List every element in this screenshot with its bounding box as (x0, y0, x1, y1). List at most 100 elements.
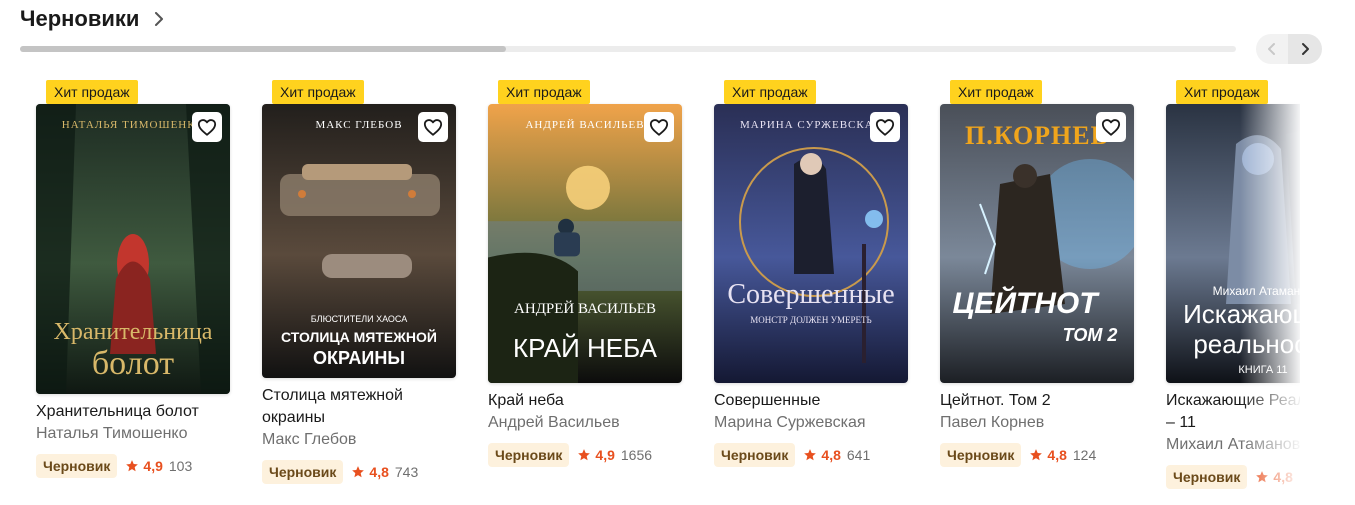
svg-text:Хранительница: Хранительница (54, 319, 213, 345)
status-badge: Черновик (940, 443, 1022, 467)
book-cover[interactable]: МАРИНА СУРЖЕВСКАЯ Совершенные МОНСТР ДОЛЖЕ… (714, 104, 908, 383)
book-title[interactable]: Совершенные (714, 390, 914, 412)
heart-icon (875, 118, 895, 136)
svg-text:КНИГА 11: КНИГА 11 (1238, 364, 1287, 376)
book-title[interactable]: Искажающие Реальность – 11 (1166, 390, 1300, 434)
book-meta: Черновик 4,8 743 (262, 460, 462, 484)
favorite-button[interactable] (644, 112, 674, 142)
star-icon (352, 466, 365, 478)
heart-icon (423, 118, 443, 136)
status-badge: Черновик (36, 454, 118, 478)
section-title[interactable]: Черновики (20, 6, 139, 32)
status-badge: Черновик (488, 443, 570, 467)
svg-text:Совершенные: Совершенные (727, 279, 894, 310)
status-badge: Черновик (262, 460, 344, 484)
heart-icon (197, 118, 217, 136)
book-cover[interactable]: Михаил АтамановИскажающиереальность КНИГА… (1166, 104, 1300, 383)
section-header[interactable]: Черновики (20, 6, 167, 32)
svg-text:СТОЛИЦА МЯТЕЖНОЙ: СТОЛИЦА МЯТЕЖНОЙ (281, 328, 437, 345)
svg-text:реальность: реальность (1193, 329, 1300, 359)
book-author[interactable]: Марина Суржевская (714, 412, 914, 434)
star-icon (1256, 471, 1269, 483)
book-card[interactable]: Хит продажМихаил АтамановИскажающиереаль… (1166, 80, 1300, 505)
svg-text:КРАЙ НЕБА: КРАЙ НЕБА (513, 333, 658, 363)
svg-text:П.КОРНЕВ: П.КОРНЕВ (965, 121, 1109, 150)
star-icon (1030, 449, 1043, 461)
svg-text:МАКС ГЛЕБОВ: МАКС ГЛЕБОВ (315, 119, 402, 131)
status-badge: Черновик (714, 443, 796, 467)
bestseller-badge: Хит продаж (46, 80, 138, 104)
rating-value: 4,8 (1273, 469, 1293, 485)
chevron-right-icon[interactable] (151, 11, 167, 27)
star-icon (804, 449, 817, 461)
book-author[interactable]: Макс Глебов (262, 429, 462, 451)
rating-value: 4,8 (821, 447, 841, 463)
book-carousel: Хит продаж НАТАЛЬЯ ТИМОШЕНКО Хранительница… (0, 80, 1300, 505)
svg-text:болот: болот (92, 345, 174, 382)
svg-text:МОНСТР ДОЛЖЕН УМЕРЕТЬ: МОНСТР ДОЛЖЕН УМЕРЕТЬ (750, 315, 871, 325)
svg-text:Искажающие: Искажающие (1183, 299, 1300, 329)
book-card[interactable]: Хит продаж АНДРЕЙ ВАСИЛЬЕВ КРАЙ НЕБА АНДРЕЙ… (488, 80, 688, 505)
favorite-button[interactable] (1096, 112, 1126, 142)
carousel-scrollbar[interactable] (20, 46, 1236, 52)
svg-text:АНДРЕЙ ВАСИЛЬЕВ: АНДРЕЙ ВАСИЛЬЕВ (525, 119, 644, 131)
svg-text:БЛЮСТИТЕЛИ ХАОСА: БЛЮСТИТЕЛИ ХАОСА (311, 314, 407, 324)
book-author[interactable]: Наталья Тимошенко (36, 423, 236, 445)
book-meta: Черновик 4,8 124 (940, 443, 1140, 467)
book-meta: Черновик 4,9 1656 (488, 443, 688, 467)
book-author[interactable]: Павел Корнев (940, 412, 1140, 434)
bestseller-badge: Хит продаж (724, 80, 816, 104)
svg-text:ЦЕЙТНОТ: ЦЕЙТНОТ (952, 285, 1100, 320)
book-author[interactable]: Михаил Атаманов (1166, 434, 1300, 456)
book-card[interactable]: Хит продаж МАРИНА СУРЖЕВСКАЯ Совершенные МО… (714, 80, 914, 505)
votes-count: 103 (168, 458, 193, 474)
star-icon (578, 449, 591, 461)
bestseller-badge: Хит продаж (498, 80, 590, 104)
carousel-nav (1256, 34, 1322, 64)
book-card[interactable]: Хит продаж П.КОРНЕВ ЦЕЙТНОТ ТОМ 2 Цейтнот. Т… (940, 80, 1140, 505)
carousel-next-button[interactable] (1288, 34, 1322, 64)
favorite-button[interactable] (870, 112, 900, 142)
scrollbar-thumb[interactable] (20, 46, 507, 52)
status-badge: Черновик (1166, 465, 1248, 489)
book-title[interactable]: Хранительница болот (36, 401, 236, 423)
book-card[interactable]: Хит продаж МАКС ГЛЕБОВ БЛЮСТИТЕЛИ ХАОСА СТО… (262, 80, 462, 505)
book-title[interactable]: Цейтнот. Том 2 (940, 390, 1140, 412)
star-icon (126, 460, 139, 472)
book-author[interactable]: Андрей Васильев (488, 412, 688, 434)
votes-count: 641 (846, 447, 871, 463)
book-cover[interactable]: П.КОРНЕВ ЦЕЙТНОТ ТОМ 2 (940, 104, 1134, 383)
svg-text:ТОМ 2: ТОМ 2 (1063, 325, 1118, 345)
svg-text:НАТАЛЬЯ ТИМОШЕНКО: НАТАЛЬЯ ТИМОШЕНКО (62, 119, 204, 131)
svg-text:МАРИНА СУРЖЕВСКАЯ: МАРИНА СУРЖЕВСКАЯ (740, 119, 882, 131)
book-cover[interactable]: НАТАЛЬЯ ТИМОШЕНКО Хранительница болот (36, 104, 230, 394)
svg-text:Михаил Атаманов: Михаил Атаманов (1213, 284, 1300, 298)
bestseller-badge: Хит продаж (1176, 80, 1268, 104)
carousel-prev-button[interactable] (1256, 34, 1288, 64)
chevron-right-icon (1302, 43, 1309, 55)
votes-count: 1656 (620, 447, 653, 463)
book-meta: Черновик 4,8 641 (714, 443, 914, 467)
favorite-button[interactable] (192, 112, 222, 142)
svg-text:АНДРЕЙ ВАСИЛЬЕВ: АНДРЕЙ ВАСИЛЬЕВ (514, 300, 656, 317)
book-meta: Черновик 4,8 (1166, 465, 1300, 489)
heart-icon (1101, 118, 1121, 136)
chevron-left-icon (1268, 43, 1275, 55)
book-title[interactable]: Столица мятежной окраины (262, 385, 462, 429)
book-meta: Черновик 4,9 103 (36, 454, 236, 478)
heart-icon (649, 118, 669, 136)
rating-value: 4,8 (1047, 447, 1067, 463)
votes-count: 124 (1072, 447, 1097, 463)
book-cover[interactable]: АНДРЕЙ ВАСИЛЬЕВ КРАЙ НЕБА АНДРЕЙ ВАСИЛЬЕВ (488, 104, 682, 383)
bestseller-badge: Хит продаж (950, 80, 1042, 104)
rating-value: 4,8 (369, 464, 389, 480)
book-card[interactable]: Хит продаж НАТАЛЬЯ ТИМОШЕНКО Хранительница… (36, 80, 236, 505)
rating-value: 4,9 (595, 447, 615, 463)
book-cover[interactable]: МАКС ГЛЕБОВ БЛЮСТИТЕЛИ ХАОСА СТОЛИЦА МЯТЕЖ… (262, 104, 456, 378)
votes-count: 743 (394, 464, 419, 480)
bestseller-badge: Хит продаж (272, 80, 364, 104)
book-title[interactable]: Край неба (488, 390, 688, 412)
svg-text:ОКРАИНЫ: ОКРАИНЫ (313, 348, 405, 368)
favorite-button[interactable] (418, 112, 448, 142)
rating-value: 4,9 (143, 458, 163, 474)
